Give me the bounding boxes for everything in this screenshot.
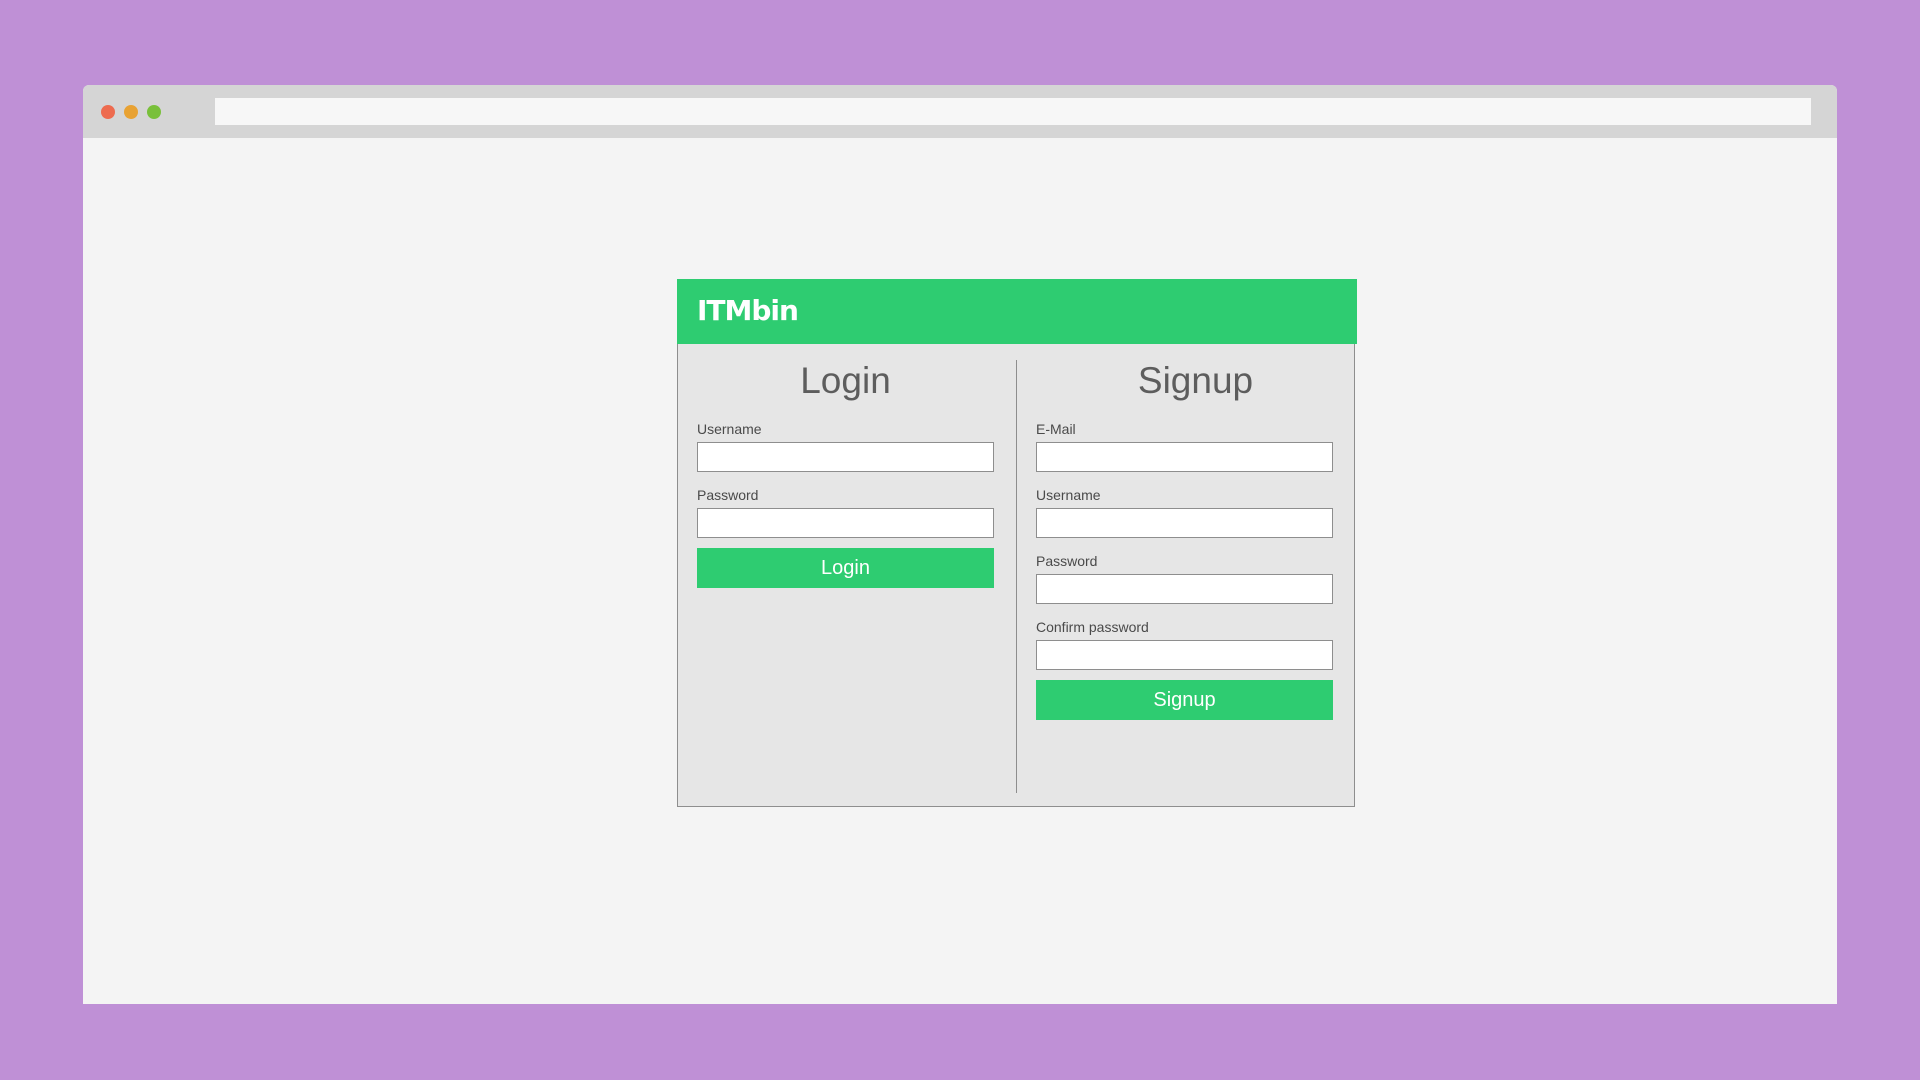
signup-form: Signup E-Mail Username Password Confirm … <box>1036 344 1333 720</box>
login-button[interactable]: Login <box>697 548 994 588</box>
close-window-icon[interactable] <box>101 105 115 119</box>
signup-username-input[interactable] <box>1036 508 1333 538</box>
address-bar[interactable] <box>215 98 1811 125</box>
signup-button[interactable]: Signup <box>1036 680 1333 720</box>
signup-title: Signup <box>1137 360 1254 401</box>
login-password-input[interactable] <box>697 508 994 538</box>
signup-email-label: E-Mail <box>1036 421 1076 437</box>
signup-confirm-password-input[interactable] <box>1036 640 1333 670</box>
login-username-input[interactable] <box>697 442 994 472</box>
minimize-window-icon[interactable] <box>124 105 138 119</box>
login-username-label: Username <box>697 421 762 437</box>
browser-window: ITMbin Login Username Password Login Sig… <box>83 85 1837 1004</box>
signup-username-label: Username <box>1036 487 1101 503</box>
panel-header: ITMbin <box>677 279 1357 344</box>
signup-email-input[interactable] <box>1036 442 1333 472</box>
signup-password-label: Password <box>1036 553 1098 569</box>
maximize-window-icon[interactable] <box>147 105 161 119</box>
login-form: Login Username Password Login <box>697 344 994 588</box>
logo: ITMbin <box>697 294 799 327</box>
login-title: Login <box>800 360 891 401</box>
browser-titlebar <box>83 85 1837 138</box>
login-password-label: Password <box>697 487 759 503</box>
signup-password-input[interactable] <box>1036 574 1333 604</box>
signup-confirm-password-label: Confirm password <box>1036 619 1149 635</box>
auth-panel: ITMbin Login Username Password Login Sig… <box>677 279 1357 807</box>
column-divider <box>1016 360 1017 793</box>
